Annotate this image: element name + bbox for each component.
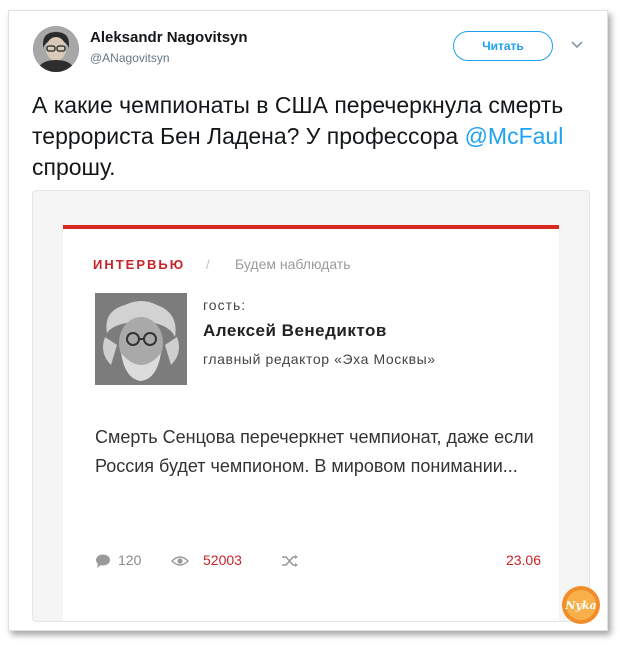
eye-icon [171, 556, 189, 566]
article-date: 23.06 [505, 552, 541, 568]
guest-role: главный редактор «Эха Москвы» [203, 351, 436, 367]
tweet-text: А какие чемпионаты в США перечеркнула см… [32, 90, 592, 183]
article-meta: 120 52003 23.06 [95, 551, 541, 571]
article-preview: ИНТЕРВЬЮ / Будем наблюдать гость: Алексе… [63, 225, 559, 621]
author-avatar[interactable] [33, 26, 79, 72]
guest-label: гость: [203, 297, 247, 313]
svg-text:Nyka: Nyka [564, 599, 596, 612]
kicker-separator: / [206, 257, 210, 272]
guest-name: Алексей Венедиктов [203, 321, 387, 340]
comments-count: 120 [118, 552, 142, 568]
mention-link[interactable]: @McFaul [465, 123, 564, 149]
section-subtitle: Будем наблюдать [235, 256, 351, 272]
watermark-logo: Nyka [562, 586, 600, 624]
link-preview-card[interactable]: ИНТЕРВЬЮ / Будем наблюдать гость: Алексе… [32, 190, 590, 622]
tweet-text-after: спрошу. [32, 154, 116, 180]
chevron-down-icon[interactable] [569, 37, 585, 53]
author-handle[interactable]: @ANagovitsyn [90, 51, 170, 65]
follow-button[interactable]: Читать [453, 31, 553, 61]
shuffle-icon[interactable] [281, 554, 299, 568]
comment-icon [96, 554, 110, 568]
author-name[interactable]: Aleksandr Nagovitsyn [90, 29, 248, 46]
article-quote: Смерть Сенцова перечеркнет чемпионат, да… [95, 427, 534, 476]
views-count: 52003 [203, 552, 242, 568]
section-kicker: ИНТЕРВЬЮ [93, 257, 186, 272]
guest-photo [95, 293, 187, 385]
